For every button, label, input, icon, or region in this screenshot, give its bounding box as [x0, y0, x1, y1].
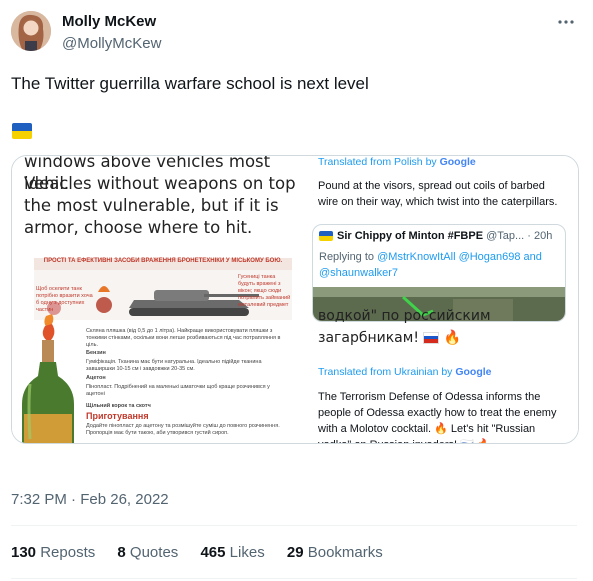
ukr-text-line: загарбникам! 🔥 — [318, 330, 462, 346]
poster-side-note-right: Гусениці танка будуть вражені з вікон; я… — [238, 274, 291, 308]
image-text-line: the most vulnerable, but if it is — [24, 196, 279, 215]
translated-text-bottom: The Terrorism Defense of Odessa informs … — [318, 391, 557, 443]
tweet-text: The Twitter guerrilla warfare school is … — [11, 74, 369, 93]
media-image-right[interactable]: Translated from Polish by Google Pound a… — [298, 156, 578, 443]
media-image-left[interactable]: windows above vehicles most ideal. Vehic… — [12, 156, 296, 443]
translated-text-top: Pound at the visors, spread out coils of… — [318, 180, 558, 208]
reposts-stat[interactable]: 130 Reposts — [11, 544, 95, 561]
image-text-line: armor, choose where to hit. — [24, 218, 253, 237]
divider — [11, 578, 577, 579]
author-handle[interactable]: @MollyMcKew — [62, 35, 161, 52]
russia-flag-icon — [423, 332, 440, 344]
author-name[interactable]: Molly McKew — [62, 13, 156, 30]
poster-paragraph: Бензин — [86, 350, 106, 356]
poster-paragraph: Пінопласт. Подрібнений на маленькі шмато… — [86, 384, 270, 397]
quote-author: Sir Chippy of Minton #FBPE — [337, 230, 484, 242]
poster-heading: Приготування — [86, 411, 149, 421]
poster-step: Додайте пінопласт до ацетону та розмішуй… — [86, 423, 280, 436]
poster-paragraph: Скляна пляшка (від 0,5 до 1 літра). Найк… — [86, 328, 281, 348]
quote-reply-label: Replying to — [319, 251, 375, 263]
media-grid[interactable]: windows above vehicles most ideal. Vehic… — [11, 155, 579, 444]
image-text-line: Vehicles without weapons on top — [24, 174, 296, 193]
more-icon[interactable] — [556, 12, 576, 32]
bookmarks-stat[interactable]: 29 Bookmarks — [287, 544, 383, 561]
likes-stat[interactable]: 465 Likes — [200, 544, 264, 561]
divider — [11, 525, 577, 526]
ukr-text-line: водкой" по российским — [318, 308, 491, 324]
avatar[interactable] — [11, 11, 51, 51]
poster-paragraph: Щільний корок та скотч — [86, 403, 151, 409]
tweet-timestamp[interactable]: 7:32 PM · Feb 26, 2022 — [11, 491, 169, 508]
poster-side-note-left: Щоб оселити танк потрібно вразити хоча б… — [36, 286, 93, 313]
poster-title: ПРОСТІ ТА ЕФЕКТИВНІ ЗАСОБИ ВРАЖЕННЯ БРОН… — [34, 258, 292, 270]
poster-paragraph: Гуміфікація. Тканина має бути натуральна… — [86, 359, 262, 372]
ukraine-flag-icon — [12, 123, 32, 139]
avatar-image — [11, 11, 51, 51]
fire-icon: 🔥 — [443, 330, 462, 346]
quote-time: · 20h — [527, 230, 553, 242]
engagement-stats: 130 Reposts 8 Quotes 465 Likes 29 Bookma… — [11, 544, 401, 561]
quotes-stat[interactable]: 8 Quotes — [117, 544, 178, 561]
quote-handle: @Tap... — [486, 230, 525, 242]
translation-label-bottom: Translated from Ukrainian by Google — [318, 366, 492, 378]
translation-label-top: Translated from Polish by Google — [318, 156, 476, 168]
ukraine-flag-icon — [319, 231, 333, 241]
poster-paragraph: Ацетон — [86, 375, 106, 381]
molotov-bottle-illustration — [22, 314, 74, 443]
